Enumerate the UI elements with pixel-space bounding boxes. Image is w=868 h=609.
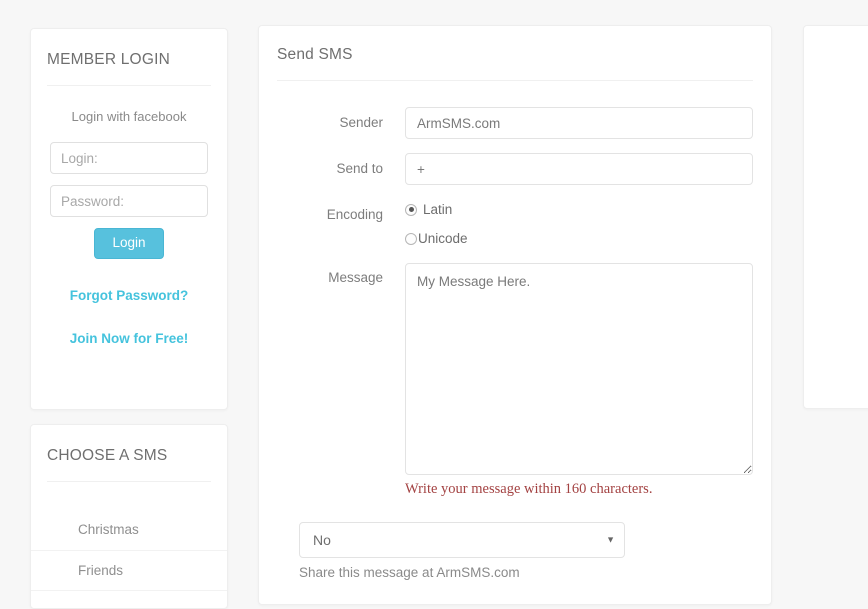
send-to-label: Send to bbox=[277, 153, 405, 185]
share-select-wrap: No Yes ▼ bbox=[299, 522, 625, 558]
password-input[interactable] bbox=[50, 185, 208, 217]
sender-row: Sender bbox=[277, 107, 753, 139]
forgot-password-link[interactable]: Forgot Password? bbox=[50, 288, 208, 303]
send-to-field-col bbox=[405, 153, 753, 185]
login-button-row: Login bbox=[50, 228, 208, 259]
send-sms-panel: Send SMS Sender Send to Encoding Latin bbox=[258, 25, 772, 605]
share-row: No Yes ▼ Share this message at ArmSMS.co… bbox=[277, 522, 753, 581]
login-input[interactable] bbox=[50, 142, 208, 174]
sender-input[interactable] bbox=[405, 107, 753, 139]
share-help-text: Share this message at ArmSMS.com bbox=[299, 565, 753, 581]
member-login-title: MEMBER LOGIN bbox=[31, 29, 227, 68]
sender-label: Sender bbox=[277, 107, 405, 139]
encoding-row: Encoding Latin Unicode bbox=[277, 199, 753, 249]
encoding-label: Encoding bbox=[277, 199, 405, 231]
encoding-option-unicode[interactable]: Unicode bbox=[405, 228, 753, 249]
message-textarea[interactable] bbox=[405, 263, 753, 475]
encoding-options: Latin Unicode bbox=[405, 199, 753, 249]
sender-field-col bbox=[405, 107, 753, 139]
radio-unselected-icon[interactable] bbox=[405, 233, 417, 245]
login-button[interactable]: Login bbox=[94, 228, 163, 259]
send-sms-form: Sender Send to Encoding Latin Unicode bbox=[259, 81, 771, 582]
right-sidebar-panel bbox=[803, 25, 868, 409]
member-login-panel: MEMBER LOGIN Login with facebook Login F… bbox=[30, 28, 228, 410]
choose-a-sms-divider bbox=[47, 481, 211, 482]
encoding-option-latin[interactable]: Latin bbox=[405, 199, 753, 220]
message-field-col: Write your message within 160 characters… bbox=[405, 263, 753, 498]
send-sms-title: Send SMS bbox=[259, 26, 771, 63]
character-limit-warning: Write your message within 160 characters… bbox=[405, 481, 753, 498]
share-select[interactable]: No Yes bbox=[299, 522, 625, 558]
send-to-input[interactable] bbox=[405, 153, 753, 185]
message-row: Message Write your message within 160 ch… bbox=[277, 263, 753, 498]
message-label: Message bbox=[277, 263, 405, 293]
radio-selected-icon[interactable] bbox=[405, 204, 417, 216]
join-now-link[interactable]: Join Now for Free! bbox=[50, 331, 208, 346]
list-item[interactable]: Christmas bbox=[31, 510, 227, 551]
send-to-row: Send to bbox=[277, 153, 753, 185]
member-login-divider bbox=[47, 85, 211, 86]
sms-category-list: Christmas Friends bbox=[31, 510, 227, 591]
choose-a-sms-title: CHOOSE A SMS bbox=[31, 425, 227, 464]
choose-a-sms-panel: CHOOSE A SMS Christmas Friends bbox=[30, 424, 228, 609]
encoding-unicode-label[interactable]: Unicode bbox=[418, 231, 468, 246]
login-fields: Login Forgot Password? Join Now for Free… bbox=[31, 142, 227, 346]
login-with-facebook-label[interactable]: Login with facebook bbox=[31, 109, 227, 124]
encoding-latin-label[interactable]: Latin bbox=[423, 202, 452, 217]
